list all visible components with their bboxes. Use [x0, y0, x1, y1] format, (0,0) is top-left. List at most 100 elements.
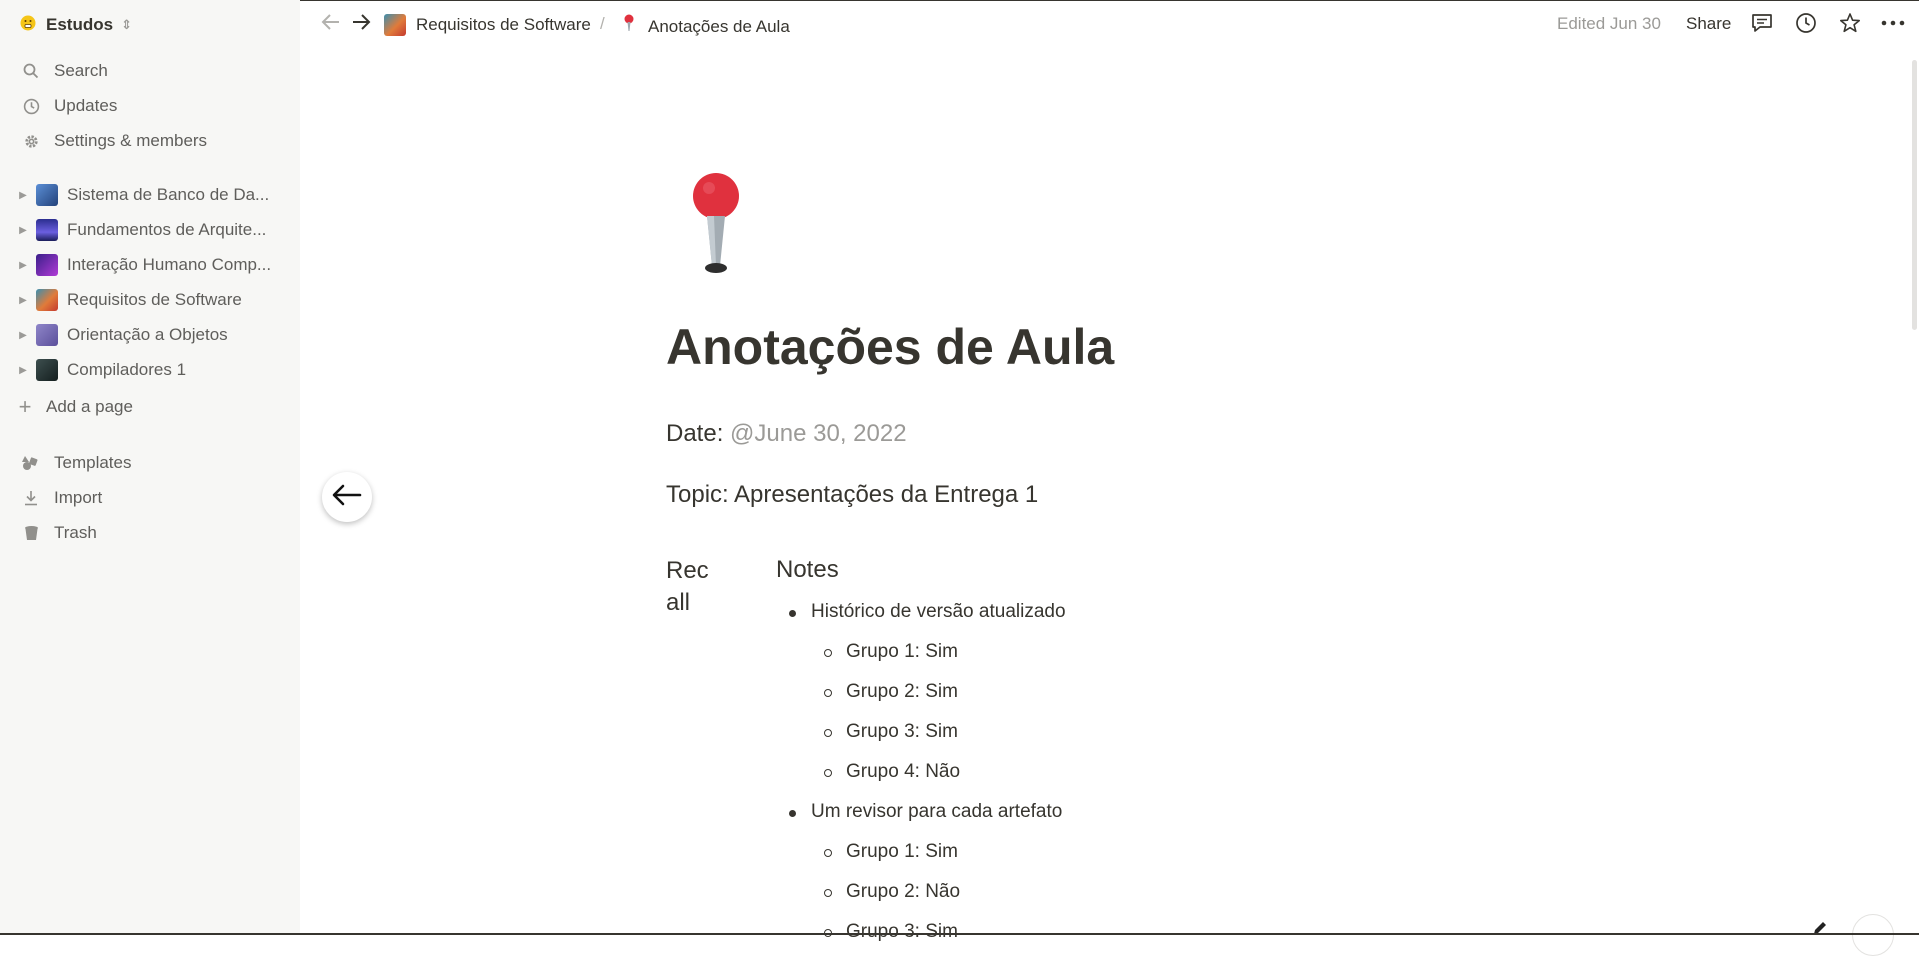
vertical-scrollbar[interactable] — [1912, 60, 1917, 330]
topbar: Requisitos de Software / Anotações de Au… — [300, 0, 1919, 50]
sidebar-trash[interactable]: Trash — [20, 520, 97, 546]
sidebar-nav-label: Updates — [54, 96, 118, 115]
clock-icon — [20, 95, 42, 117]
forward-arrow-icon[interactable] — [350, 11, 372, 39]
page-thumbnail-icon — [36, 324, 58, 346]
bullet-text: Grupo 1: Sim — [846, 641, 958, 662]
add-page-label: Add a page — [46, 397, 133, 416]
date-property[interactable]: Date: @June 30, 2022 — [666, 420, 907, 448]
sidebar-page-compiladores[interactable]: ▶ Compiladores 1 — [16, 357, 286, 383]
sidebar-page-label: Fundamentos de Arquite... — [67, 220, 267, 239]
breadcrumb-requisitos[interactable]: Requisitos de Software — [384, 14, 591, 36]
workspace-switcher[interactable]: Estudos ⇕ — [20, 14, 132, 36]
notes-heading[interactable]: Notes — [776, 556, 839, 584]
back-arrow-icon[interactable] — [320, 11, 342, 39]
history-clock-icon[interactable] — [1793, 10, 1819, 36]
sub-bullet-item[interactable]: Grupo 1: Sim — [824, 641, 958, 663]
bullet-dot — [789, 610, 796, 617]
sidebar-nav-label: Settings & members — [54, 131, 208, 150]
sidebar-import[interactable]: Import — [20, 485, 102, 511]
sub-bullet-item[interactable]: Grupo 3: Sim — [824, 921, 958, 943]
trash-icon — [20, 522, 42, 544]
workspace-name: Estudos — [46, 15, 114, 34]
sidebar-page-label: Compiladores 1 — [67, 360, 187, 379]
page-thumbnail-icon — [36, 289, 58, 311]
expand-triangle-icon[interactable]: ▶ — [16, 190, 30, 201]
star-icon[interactable] — [1837, 10, 1863, 36]
sidebar-page-banco-de-dados[interactable]: ▶ Sistema de Banco de Da... — [16, 182, 286, 208]
sub-bullet-item[interactable]: Grupo 4: Não — [824, 761, 961, 783]
sidebar-page-ihc[interactable]: ▶ Interação Humano Comp... — [16, 252, 286, 278]
bullet-ring — [824, 729, 832, 737]
sidebar-updates[interactable]: Updates — [20, 93, 117, 119]
expand-triangle-icon[interactable]: ▶ — [16, 295, 30, 306]
chevron-updown-icon: ⇕ — [121, 17, 132, 32]
sidebar-search[interactable]: Search — [20, 58, 108, 84]
breadcrumb-label: Requisitos de Software — [416, 15, 591, 34]
recall-column-heading[interactable]: Rec all — [666, 555, 726, 619]
breadcrumb-separator: / — [600, 14, 605, 33]
bullet-text: Um revisor para cada artefato — [811, 801, 1063, 822]
pencil-icon[interactable] — [1812, 920, 1828, 941]
plus-icon: + — [18, 394, 32, 419]
sub-bullet-item[interactable]: Grupo 1: Sim — [824, 841, 958, 863]
breadcrumb-anotacoes[interactable]: Anotações de Aula — [622, 14, 790, 39]
pushpin-icon — [622, 14, 636, 39]
sub-bullet-item[interactable]: Grupo 3: Sim — [824, 721, 958, 743]
more-options-icon[interactable] — [1880, 10, 1906, 36]
sidebar-nav-label: Search — [54, 61, 108, 80]
comment-icon[interactable] — [1749, 10, 1775, 36]
bullet-item[interactable]: Um revisor para cada artefato — [789, 801, 1063, 823]
page-thumbnail-icon — [384, 14, 406, 36]
sidebar-nav-label: Templates — [54, 453, 132, 472]
sub-bullet-item[interactable]: Grupo 2: Não — [824, 881, 961, 903]
help-button[interactable] — [1852, 914, 1894, 956]
page-thumbnail-icon — [36, 219, 58, 241]
bullet-text: Grupo 3: Sim — [846, 921, 958, 942]
sidebar-page-requisitos[interactable]: ▶ Requisitos de Software — [16, 287, 286, 313]
templates-icon — [20, 452, 42, 474]
expand-triangle-icon[interactable]: ▶ — [16, 225, 30, 236]
page-pushpin-icon[interactable] — [690, 172, 742, 281]
bullet-ring — [824, 769, 832, 777]
date-label: Date: — [666, 420, 724, 447]
bullet-ring — [824, 649, 832, 657]
expand-triangle-icon[interactable]: ▶ — [16, 330, 30, 341]
page-thumbnail-icon — [36, 184, 58, 206]
page-thumbnail-icon — [36, 254, 58, 276]
page-title[interactable]: Anotações de Aula — [666, 318, 1114, 376]
sidebar-page-label: Interação Humano Comp... — [67, 255, 272, 274]
sub-bullet-item[interactable]: Grupo 2: Sim — [824, 681, 958, 703]
sidebar-page-label: Orientação a Objetos — [67, 325, 228, 344]
sidebar-page-label: Sistema de Banco de Da... — [67, 185, 270, 204]
sidebar-templates[interactable]: Templates — [20, 450, 131, 476]
floating-back-button[interactable] — [322, 472, 372, 522]
breadcrumb-label: Anotações de Aula — [648, 16, 790, 36]
edited-timestamp: Edited Jun 30 — [1557, 14, 1661, 33]
sidebar-nav-label: Trash — [54, 523, 97, 542]
sidebar: Estudos ⇕ Search Updates Settings & memb… — [0, 0, 300, 935]
sidebar-settings[interactable]: Settings & members — [20, 128, 207, 154]
sidebar-page-label: Requisitos de Software — [67, 290, 242, 309]
bullet-text: Grupo 4: Não — [846, 761, 961, 782]
workspace-emoji-icon — [20, 15, 36, 36]
bullet-ring — [824, 689, 832, 697]
arrow-left-icon — [332, 484, 362, 511]
bullet-text: Grupo 2: Sim — [846, 681, 958, 702]
sidebar-page-arquitetura[interactable]: ▶ Fundamentos de Arquite... — [16, 217, 286, 243]
expand-triangle-icon[interactable]: ▶ — [16, 365, 30, 376]
date-mention[interactable]: @June 30, 2022 — [730, 420, 907, 447]
bullet-text: Grupo 1: Sim — [846, 841, 958, 862]
bullet-ring — [824, 889, 832, 897]
bullet-dot — [789, 810, 796, 817]
share-button[interactable]: Share — [1686, 14, 1731, 34]
page-thumbnail-icon — [36, 359, 58, 381]
expand-triangle-icon[interactable]: ▶ — [16, 260, 30, 271]
sidebar-nav-label: Import — [54, 488, 103, 507]
gear-icon — [20, 130, 42, 152]
bullet-text: Grupo 2: Não — [846, 881, 961, 902]
sidebar-page-orientacao-objetos[interactable]: ▶ Orientação a Objetos — [16, 322, 286, 348]
bullet-item[interactable]: Histórico de versão atualizado — [789, 601, 1066, 623]
add-page-button[interactable]: + Add a page — [16, 394, 133, 420]
topic-property[interactable]: Topic: Apresentações da Entrega 1 — [666, 481, 1038, 509]
